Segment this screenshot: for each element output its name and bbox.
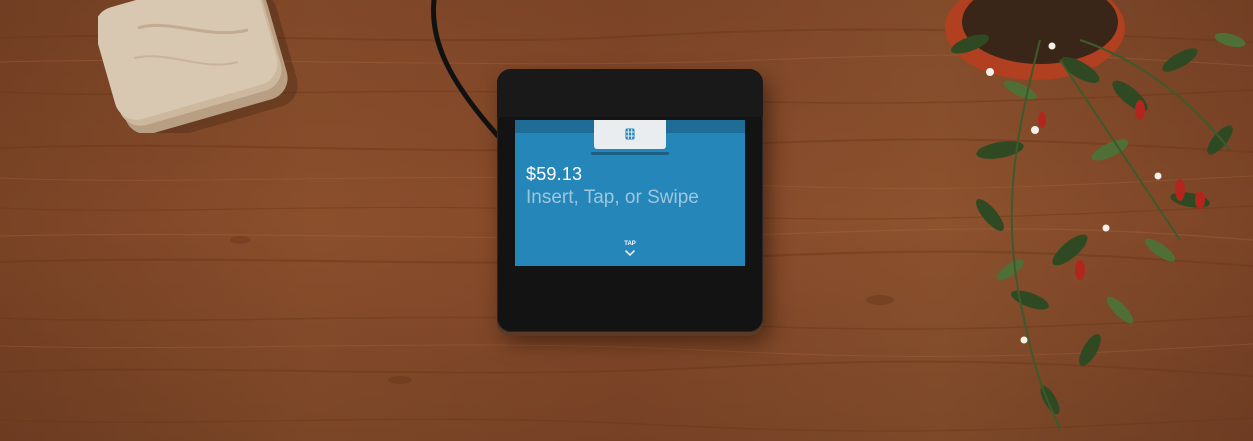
chevron-down-icon: [625, 250, 635, 257]
chip-insert-tab: [594, 120, 666, 149]
terminal-top-bezel: [497, 69, 763, 117]
terminal-screen[interactable]: $59.13 Insert, Tap, or Swipe TAP: [515, 120, 745, 266]
payment-amount: $59.13: [526, 164, 583, 184]
chip-card-icon: [625, 128, 635, 140]
potted-pepper-plant: [945, 0, 1246, 431]
payment-prompt: Insert, Tap, or Swipe: [526, 187, 699, 208]
tap-label: TAP: [624, 241, 636, 247]
stone-coasters: [98, 0, 298, 133]
scene: $59.13 Insert, Tap, or Swipe TAP: [0, 0, 1253, 441]
chip-tab-underline: [591, 152, 669, 155]
payment-terminal: $59.13 Insert, Tap, or Swipe TAP: [497, 69, 763, 332]
